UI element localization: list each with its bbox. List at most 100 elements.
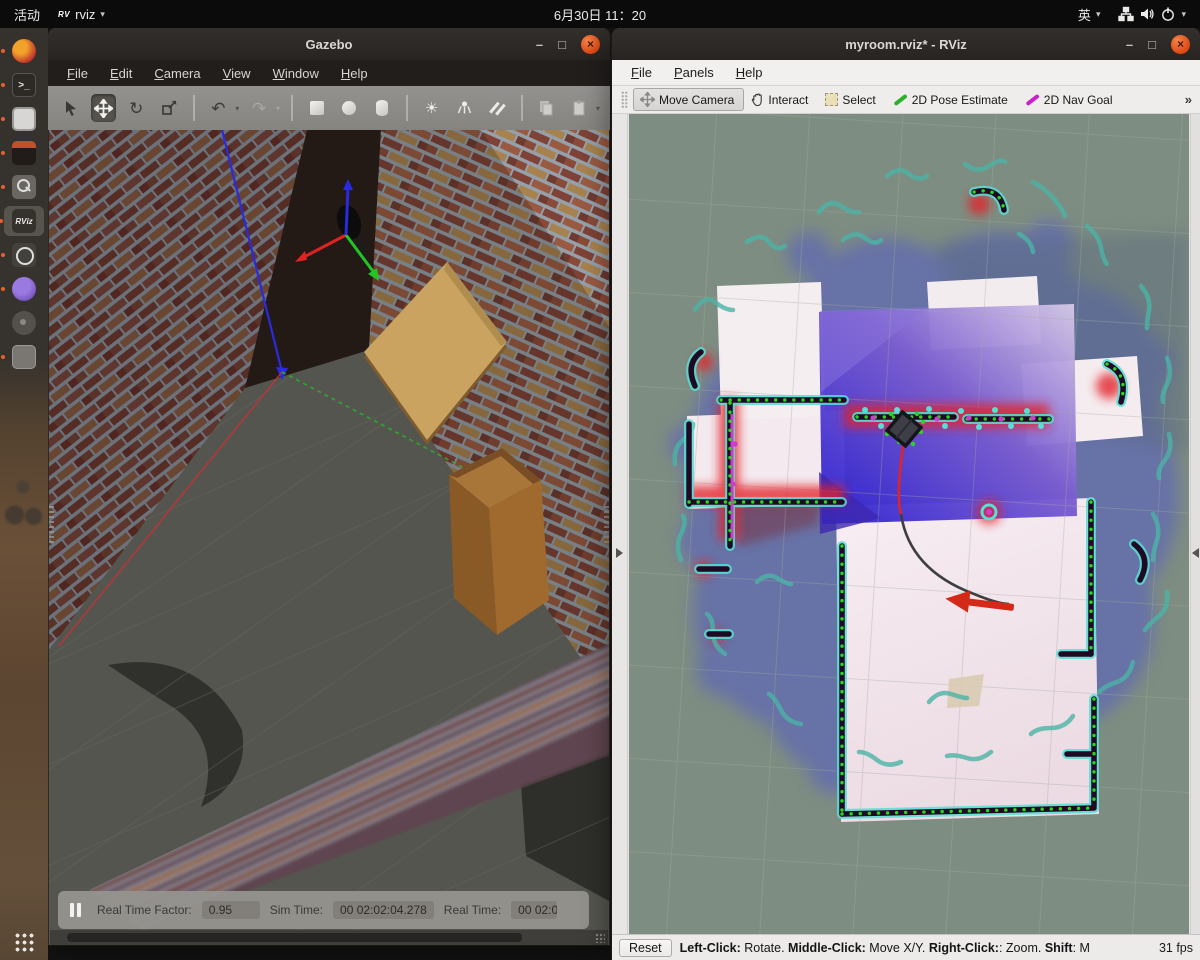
toolbar-overflow-caret[interactable]: ▾ <box>596 104 600 113</box>
maximize-button[interactable]: □ <box>1148 38 1156 51</box>
select-tool-button[interactable] <box>58 94 84 122</box>
paste-button[interactable] <box>566 94 592 122</box>
close-button[interactable]: × <box>1171 34 1190 54</box>
select-tool[interactable]: Select <box>818 89 885 111</box>
tool-label: Select <box>842 92 876 107</box>
menu-help[interactable]: Help <box>725 62 774 83</box>
rtf-value: 0.95 <box>201 901 260 919</box>
copy-button[interactable] <box>534 94 560 122</box>
right-panel-grip[interactable] <box>604 506 609 546</box>
dock-item-magnifier-app[interactable] <box>1 172 42 202</box>
spot-light-icon <box>457 100 471 113</box>
tool-label: Interact <box>768 92 809 107</box>
show-applications-icon <box>14 932 34 952</box>
interact-tool[interactable]: Interact <box>744 89 818 111</box>
sim-time-label: Sim Time: <box>269 903 324 917</box>
dock-item-package-app[interactable] <box>1 342 42 372</box>
menu-panels[interactable]: Panels <box>663 62 725 83</box>
box-app-icon <box>12 141 36 165</box>
rviz-3d-view[interactable] <box>629 114 1189 934</box>
insert-sphere-button[interactable] <box>337 94 363 122</box>
horizontal-scrollbar[interactable] <box>67 933 522 942</box>
dock-item-box-app[interactable] <box>1 138 42 168</box>
menu-edit[interactable]: Edit <box>99 63 143 84</box>
chevron-down-icon: ▾ <box>1181 8 1186 19</box>
left-panel-grip[interactable] <box>49 506 54 546</box>
dock-item-window-app[interactable] <box>1 104 42 134</box>
left-panel-strip[interactable] <box>612 114 628 934</box>
rviz-map-scene <box>629 114 1189 934</box>
pose-estimate-tool[interactable]: 2D Pose Estimate <box>886 89 1018 111</box>
running-indicator <box>1 355 5 359</box>
rviz-statusbar: Reset Left-Click: Rotate. Middle-Click: … <box>612 934 1200 960</box>
pause-button[interactable] <box>70 903 81 917</box>
redo-icon: ↷ <box>252 98 267 118</box>
system-menu[interactable]: ▾ <box>1118 0 1186 28</box>
toolbar-drag-handle[interactable] <box>621 90 628 109</box>
menu-file[interactable]: File <box>56 63 99 84</box>
rviz-titlebar[interactable]: myroom.rviz* - RViz – □ × <box>612 28 1200 60</box>
gazebo-window-title: Gazebo <box>305 36 353 52</box>
gazebo-menubar: File Edit Camera View Window Help <box>48 60 610 86</box>
close-button[interactable]: × <box>581 34 600 54</box>
running-indicator <box>0 219 3 223</box>
point-light-button[interactable]: ☀ <box>419 94 445 122</box>
directional-light-button[interactable] <box>484 94 510 122</box>
dock-item-globe-app[interactable] <box>1 274 42 304</box>
cylinder-shape-icon <box>376 100 389 116</box>
translate-tool-button[interactable] <box>90 94 117 122</box>
spot-light-button[interactable] <box>451 94 477 122</box>
rviz-menubar: File Panels Help <box>612 60 1200 86</box>
dock-item-rviz[interactable]: RV iz <box>0 206 44 236</box>
wallpaper-rover <box>2 466 44 536</box>
expand-panel-arrow-icon[interactable] <box>616 548 623 558</box>
move-camera-tool[interactable]: Move Camera <box>633 88 745 111</box>
gazebo-titlebar[interactable]: Gazebo – □ × <box>48 28 610 60</box>
box-shape-icon <box>309 101 324 115</box>
input-method-button[interactable]: 英 ▾ <box>1078 0 1101 28</box>
running-indicator <box>1 185 5 189</box>
rotate-tool-button[interactable]: ↻ <box>123 94 149 122</box>
menu-window[interactable]: Window <box>262 63 330 84</box>
minimize-button[interactable]: – <box>536 38 543 51</box>
menu-file[interactable]: File <box>620 62 663 83</box>
gazebo-3d-viewport[interactable]: Real Time Factor: 0.95 Sim Time: 00 02:0… <box>49 130 609 945</box>
insert-cylinder-button[interactable] <box>369 94 395 122</box>
right-panel-strip[interactable] <box>1190 114 1200 934</box>
menu-help[interactable]: Help <box>330 63 379 84</box>
disc-app-icon <box>12 311 36 335</box>
reset-button[interactable]: Reset <box>619 938 672 957</box>
undo-button[interactable]: ↶ <box>206 94 232 122</box>
gazebo-window: Gazebo – □ × File Edit Camera View Windo… <box>48 28 610 945</box>
dock-item-disc-app[interactable] <box>6 308 42 338</box>
insert-box-button[interactable] <box>304 94 330 122</box>
app-indicator-label: rviz <box>75 6 96 22</box>
dock-item-terminal[interactable]: >_ <box>1 70 42 100</box>
dock-item-software[interactable] <box>1 36 42 66</box>
select-box-icon <box>825 93 839 106</box>
menu-camera[interactable]: Camera <box>143 63 211 84</box>
top-bar: 活动 RV rviz ▾ 6月30日 11：20 英 ▾ ▾ <box>0 0 1200 28</box>
expand-panel-arrow-icon[interactable] <box>1192 548 1199 558</box>
toolbar-separator <box>290 95 293 121</box>
show-applications-button[interactable] <box>6 926 42 956</box>
clock[interactable]: 6月30日 11：20 <box>0 5 1200 24</box>
undo-caret[interactable]: ▾ <box>235 104 239 113</box>
minimize-button[interactable]: – <box>1126 38 1133 51</box>
resize-grip-icon[interactable] <box>595 933 605 943</box>
redo-caret[interactable]: ▾ <box>276 104 280 113</box>
running-indicator <box>1 83 5 87</box>
gazebo-bottom-strip <box>50 930 608 945</box>
toolbar-separator <box>520 95 523 121</box>
scale-tool-button[interactable] <box>156 94 182 122</box>
nav-goal-tool[interactable]: 2D Nav Goal <box>1018 89 1123 111</box>
app-indicator[interactable]: RV rviz ▾ <box>58 0 105 28</box>
toolbar-separator <box>192 95 195 121</box>
activities-button[interactable]: 活动 <box>14 0 40 28</box>
redo-button[interactable]: ↷ <box>246 94 272 122</box>
menu-view[interactable]: View <box>212 63 262 84</box>
dock-item-camera-app[interactable] <box>1 240 42 270</box>
green-arrow-icon <box>893 93 908 106</box>
maximize-button[interactable]: □ <box>558 38 566 51</box>
toolbar-overflow-button[interactable]: » <box>1185 92 1192 107</box>
